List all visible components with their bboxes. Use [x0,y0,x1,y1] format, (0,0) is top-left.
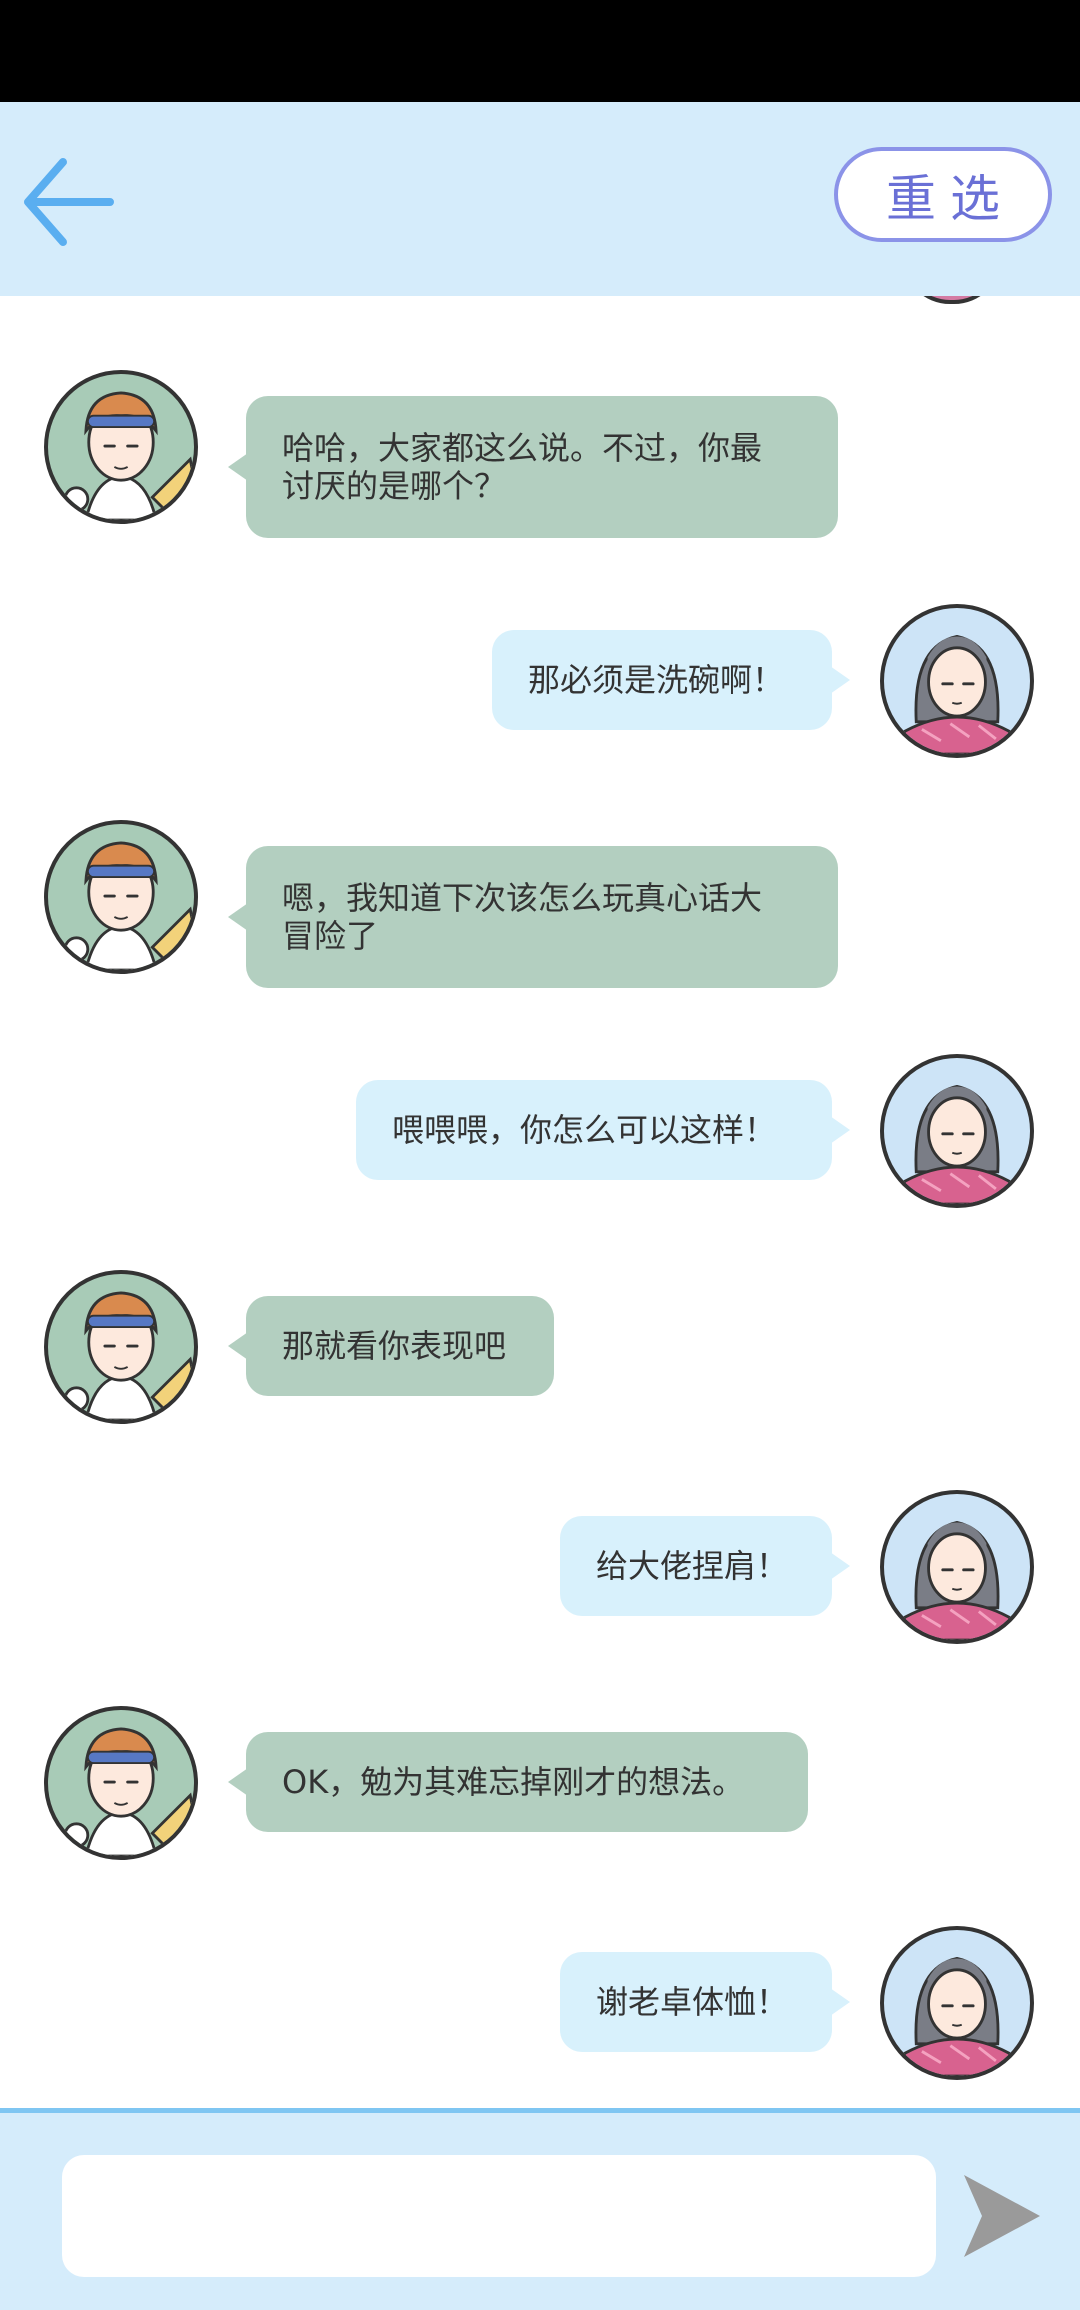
avatar-girl[interactable] [880,1490,1034,1644]
girl-avatar-icon [895,1084,1019,1204]
message-bubble: OK，勉为其难忘掉刚才的想法。 [228,1732,808,1832]
message-bubble: 嗯，我知道下次该怎么玩真心话大 冒险了 [228,846,838,988]
message-bubble: 给大佬捏肩！ [560,1516,850,1616]
arrow-left-icon [24,158,114,246]
avatar-girl[interactable] [880,1926,1034,2080]
message-bubble: 谢老卓体恤！ [560,1952,850,2052]
avatar-boy[interactable] [44,370,198,524]
message-bubble: 哈哈，大家都这么说。不过，你最 讨厌的是哪个？ [228,396,838,538]
chat-area[interactable]: 哈哈，大家都这么说。不过，你最 讨厌的是哪个？ 那必须是洗碗啊！ 嗯，我知道下次… [0,296,1080,2108]
girl-avatar-icon [895,1520,1019,1640]
girl-avatar-icon [895,1956,1019,2076]
girl-avatar-icon [895,634,1019,754]
avatar-girl-partial [902,296,1002,304]
send-arrow-icon [964,2175,1040,2257]
back-button[interactable] [18,152,118,252]
header: 重选 [0,102,1080,296]
message-input[interactable] [62,2155,936,2277]
input-bar [0,2108,1080,2310]
avatar-boy[interactable] [44,1706,198,1860]
avatar-boy[interactable] [44,820,198,974]
message-bubble: 喂喂喂，你怎么可以这样！ [356,1080,850,1180]
boy-avatar-icon [63,1291,194,1420]
avatar-boy[interactable] [44,1270,198,1424]
send-button[interactable] [962,2171,1042,2261]
status-bar [0,0,1080,102]
boy-avatar-icon [63,391,194,520]
boy-avatar-icon [63,841,194,970]
avatar-girl[interactable] [880,1054,1034,1208]
reselect-button[interactable]: 重选 [834,147,1052,242]
avatar-girl[interactable] [880,604,1034,758]
boy-avatar-icon [63,1727,194,1856]
message-bubble: 那就看你表现吧 [228,1296,554,1396]
message-bubble: 那必须是洗碗啊！ [492,630,850,730]
